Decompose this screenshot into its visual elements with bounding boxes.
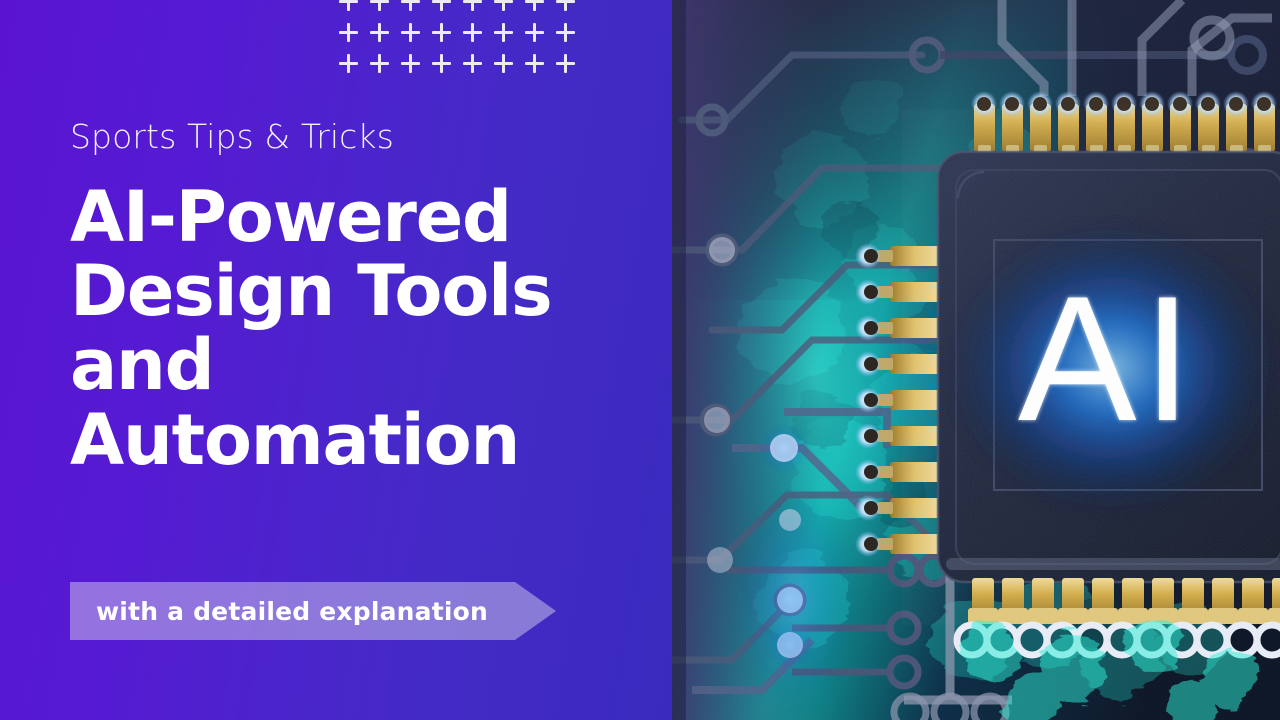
plus-sign-icon <box>463 0 482 11</box>
plus-sign-icon <box>432 23 451 42</box>
plus-sign-icon <box>370 23 389 42</box>
subtitle-ribbon-banner: with a detailed explanation <box>70 582 556 640</box>
plus-sign-icon <box>556 54 575 73</box>
ribbon-label: with a detailed explanation <box>96 596 489 626</box>
circuit-board-photo: AI AI <box>672 0 1280 720</box>
plus-sign-icon <box>370 0 389 11</box>
text-block: Sports Tips & Tricks AI-Powered Design T… <box>70 118 650 477</box>
headline-line-4: Automation <box>70 398 520 481</box>
plus-sign-icon <box>432 54 451 73</box>
plus-sign-icon <box>370 54 389 73</box>
headline-line-3: and <box>70 324 215 407</box>
plus-sign-icon <box>494 0 513 11</box>
plus-sign-icon <box>525 23 544 42</box>
circuit-board-illustration: AI AI <box>672 0 1280 720</box>
plus-sign-icon <box>463 23 482 42</box>
page-title: AI-Powered Design Tools and Automation <box>70 180 650 477</box>
plus-sign-icon <box>401 54 420 73</box>
left-text-panel: Sports Tips & Tricks AI-Powered Design T… <box>0 0 672 720</box>
plus-sign-icon <box>556 0 575 11</box>
plus-sign-icon <box>525 0 544 11</box>
plus-sign-icon <box>339 23 358 42</box>
plus-sign-icon <box>401 23 420 42</box>
plus-sign-decoration-grid <box>339 0 579 84</box>
plus-sign-icon <box>463 54 482 73</box>
headline-line-2: Design Tools <box>70 250 553 333</box>
plus-sign-icon <box>339 0 358 11</box>
plus-sign-icon <box>525 54 544 73</box>
eyebrow-label: Sports Tips & Tricks <box>70 117 394 156</box>
plus-sign-icon <box>339 54 358 73</box>
plus-sign-icon <box>494 23 513 42</box>
plus-sign-icon <box>494 54 513 73</box>
banner-canvas: Sports Tips & Tricks AI-Powered Design T… <box>0 0 1280 720</box>
headline-line-1: AI-Powered <box>70 175 512 258</box>
plus-sign-icon <box>556 23 575 42</box>
plus-sign-icon <box>432 0 451 11</box>
plus-sign-icon <box>401 0 420 11</box>
